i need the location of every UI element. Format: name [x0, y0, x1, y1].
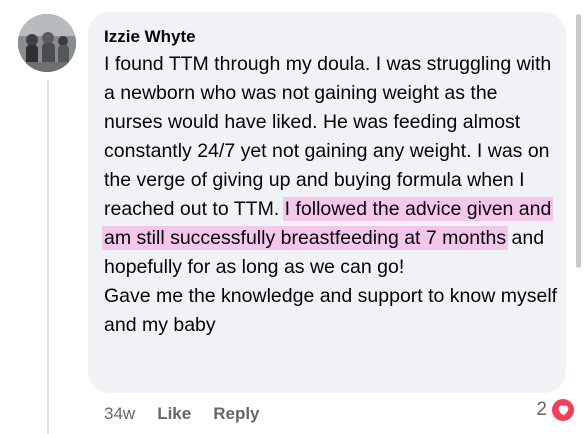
comment-actions: 34w Like Reply: [104, 402, 260, 426]
reply-button[interactable]: Reply: [213, 404, 259, 424]
timestamp[interactable]: 34w: [104, 404, 135, 424]
comment-text: I found TTM through my doula. I was stru…: [102, 50, 560, 340]
reaction-count: 2: [536, 399, 547, 420]
reaction-summary[interactable]: 2: [536, 398, 575, 422]
avatar[interactable]: [18, 14, 76, 72]
thread-line: [47, 80, 49, 434]
comment-bubble: Izzie Whyte I found TTM through my doula…: [88, 12, 566, 393]
comment-author[interactable]: Izzie Whyte: [104, 26, 566, 48]
avatar-photo: [18, 14, 76, 72]
heart-icon: [551, 398, 575, 422]
comment-text-part: I found TTM through my doula. I was stru…: [104, 53, 552, 220]
comment-text-paragraph: Gave me the knowledge and support to kno…: [104, 285, 558, 336]
scrollbar[interactable]: [576, 14, 581, 268]
like-button[interactable]: Like: [157, 404, 191, 424]
